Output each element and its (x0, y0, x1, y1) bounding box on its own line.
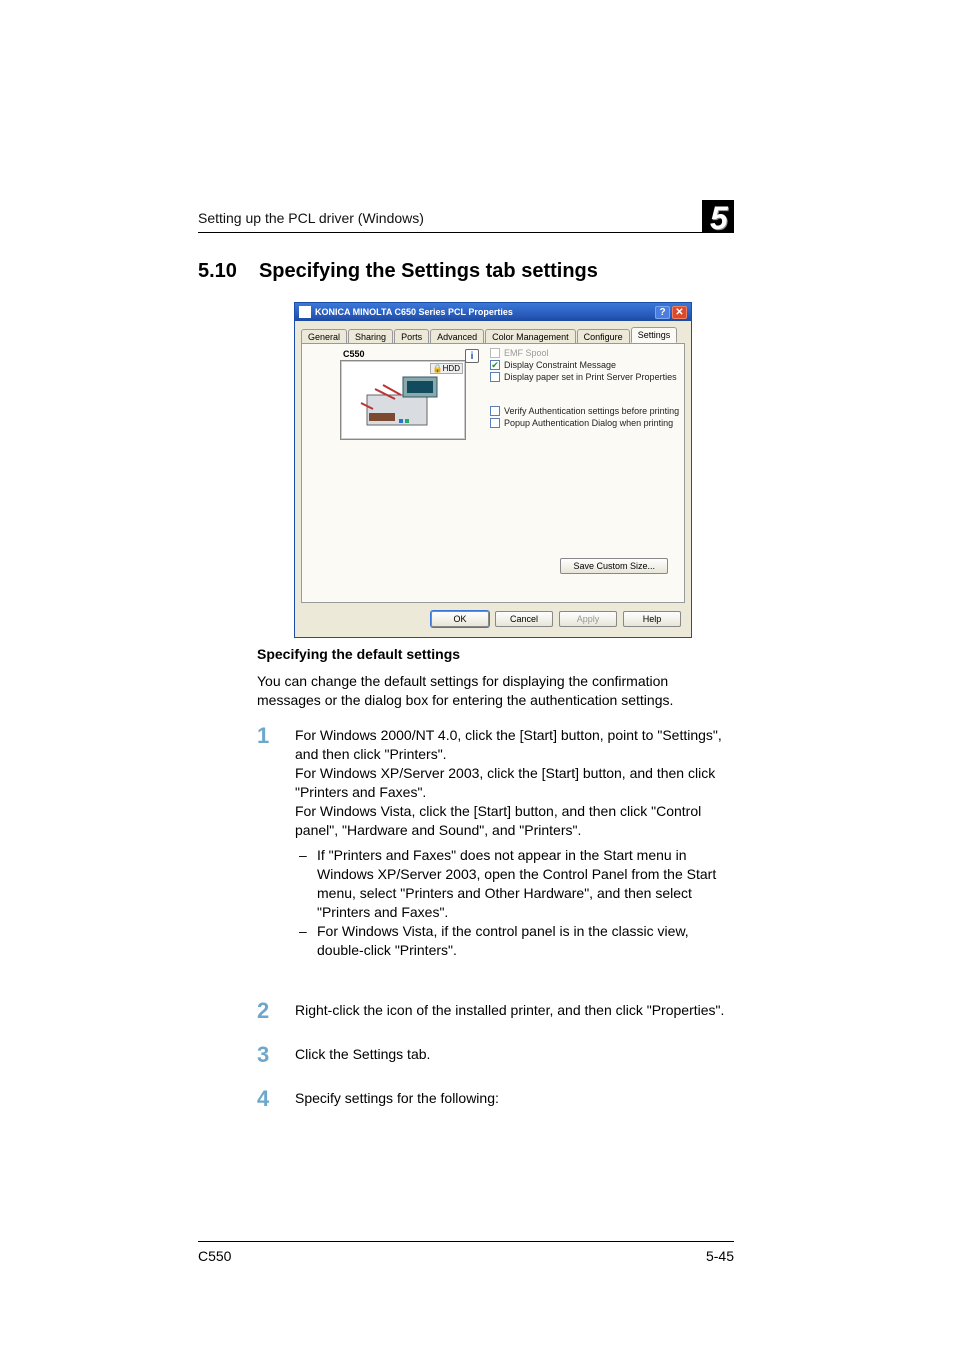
checkbox-verify-auth[interactable] (490, 406, 500, 416)
save-custom-size-button[interactable]: Save Custom Size... (560, 558, 668, 574)
footer-rule (198, 1241, 734, 1242)
step-number-2: 2 (257, 1001, 269, 1020)
checkbox-popup-auth[interactable] (490, 418, 500, 428)
properties-dialog: KONICA MINOLTA C650 Series PCL Propertie… (295, 303, 691, 637)
tab-general[interactable]: General (301, 329, 347, 344)
section-number: 5.10 (198, 260, 237, 282)
tab-sharing[interactable]: Sharing (348, 329, 393, 344)
step-number-3: 3 (257, 1045, 269, 1064)
titlebar-help-button[interactable]: ? (655, 306, 670, 319)
dialog-title: KONICA MINOLTA C650 Series PCL Propertie… (315, 307, 513, 317)
step3-text: Click the Settings tab. (295, 1045, 734, 1064)
step1-sub2: For Windows Vista, if the control panel … (295, 922, 734, 960)
label-display-paperset: Display paper set in Print Server Proper… (504, 372, 677, 382)
step1-line-a: For Windows 2000/NT 4.0, click the [Star… (295, 726, 734, 764)
footer-model: C550 (198, 1248, 231, 1264)
printer-info-button[interactable]: i (465, 349, 479, 363)
tab-advanced[interactable]: Advanced (430, 329, 484, 344)
tab-configure[interactable]: Configure (577, 329, 630, 344)
step1-sub1: If "Printers and Faxes" does not appear … (295, 846, 734, 922)
tab-row: General Sharing Ports Advanced Color Man… (295, 321, 691, 343)
label-emf-spool: EMF Spool (504, 348, 549, 358)
step-number-4: 4 (257, 1089, 269, 1108)
tab-panel-settings: C550 🔒HDD i EMF Spool (301, 343, 685, 603)
printer-preview: C550 🔒HDD i (340, 360, 466, 440)
tab-settings[interactable]: Settings (631, 327, 678, 343)
step-4: 4 Specify settings for the following: (295, 1089, 734, 1108)
dialog-titlebar[interactable]: KONICA MINOLTA C650 Series PCL Propertie… (295, 303, 691, 321)
help-button[interactable]: Help (623, 611, 681, 627)
footer-page-number: 5-45 (706, 1248, 734, 1264)
printer-model-label: C550 (341, 349, 367, 359)
label-popup-auth: Popup Authentication Dialog when printin… (504, 418, 673, 428)
window-icon (299, 306, 311, 318)
checkbox-display-paperset[interactable] (490, 372, 500, 382)
titlebar-close-button[interactable]: ✕ (672, 306, 687, 319)
cancel-button[interactable]: Cancel (495, 611, 553, 627)
apply-button: Apply (559, 611, 617, 627)
step1-line-c: For Windows Vista, click the [Start] but… (295, 802, 734, 840)
dialog-button-row: OK Cancel Apply Help (295, 609, 691, 637)
step-3: 3 Click the Settings tab. (295, 1045, 734, 1064)
checkbox-emf-spool (490, 348, 500, 358)
step-number-1: 1 (257, 726, 269, 745)
step1-line-b: For Windows XP/Server 2003, click the [S… (295, 764, 734, 802)
subsection-heading: Specifying the default settings (257, 645, 734, 664)
printer-illustration-icon (353, 373, 453, 435)
ok-button[interactable]: OK (431, 611, 489, 627)
step-1: 1 For Windows 2000/NT 4.0, click the [St… (295, 726, 734, 960)
step2-text: Right-click the icon of the installed pr… (295, 1001, 734, 1020)
checkbox-display-constraint[interactable]: ✔ (490, 360, 500, 370)
running-header: Setting up the PCL driver (Windows) (198, 210, 424, 226)
intro-paragraph: You can change the default settings for … (257, 672, 734, 710)
step4-text: Specify settings for the following: (295, 1089, 734, 1108)
tab-color-management[interactable]: Color Management (485, 329, 576, 344)
label-display-constraint: Display Constraint Message (504, 360, 616, 370)
header-rule (198, 232, 734, 233)
chapter-number: 5 (710, 200, 728, 237)
options-group: EMF Spool ✔ Display Constraint Message D… (490, 348, 680, 430)
section-title: Specifying the Settings tab settings (259, 260, 598, 282)
label-verify-auth: Verify Authentication settings before pr… (504, 406, 679, 416)
step-2: 2 Right-click the icon of the installed … (295, 1001, 734, 1020)
tab-ports[interactable]: Ports (394, 329, 429, 344)
section-heading: 5.10 Specifying the Settings tab settings (198, 260, 598, 283)
